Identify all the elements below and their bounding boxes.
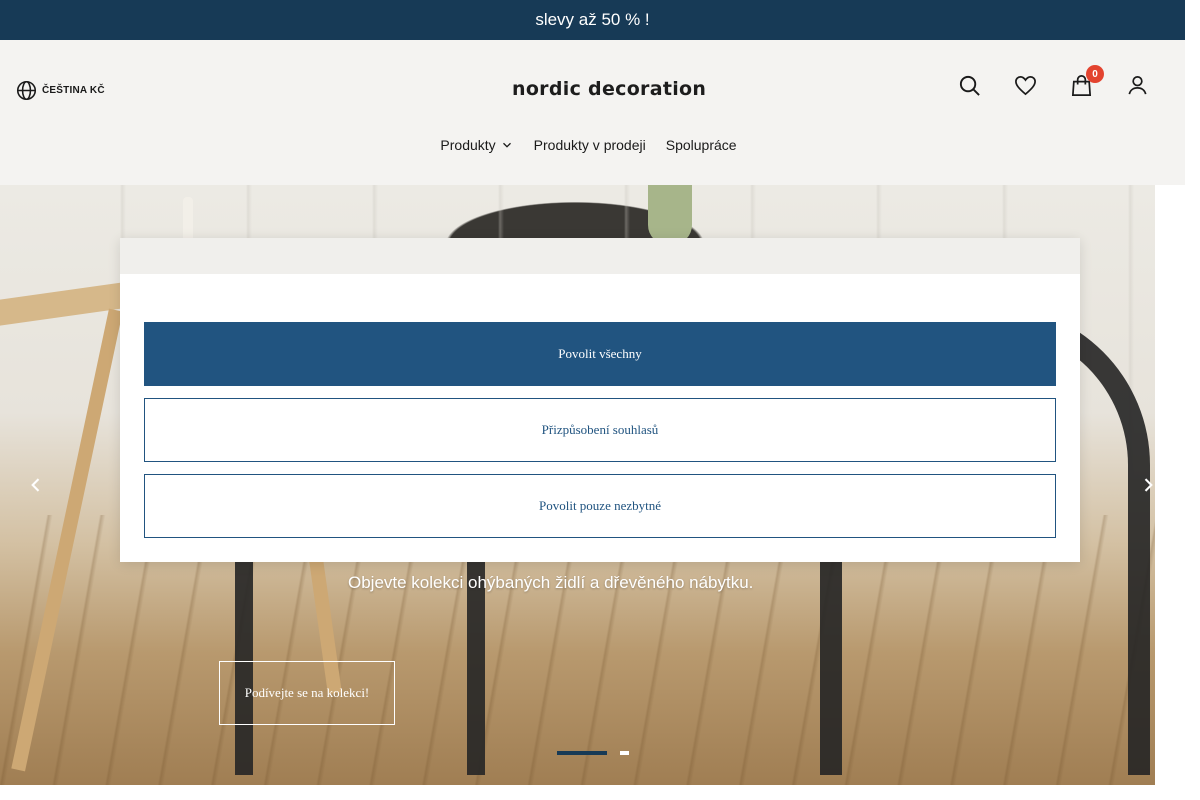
- nav-item-produkty[interactable]: Produkty: [440, 137, 513, 153]
- heart-icon: [1015, 76, 1036, 96]
- language-label: ČEŠTINA KČ: [42, 85, 105, 96]
- chevron-right-icon: [1144, 478, 1153, 492]
- wishlist-button[interactable]: [1014, 74, 1037, 97]
- nav-item-label: Spolupráce: [665, 137, 737, 153]
- scrollbar-gutter: [1155, 185, 1185, 785]
- cart-count-badge: 0: [1086, 65, 1104, 83]
- promo-text: slevy až 50 % !: [535, 10, 650, 29]
- nav-item-label: Produkty: [440, 137, 496, 153]
- slider-dot[interactable]: [620, 751, 629, 755]
- main-nav: Produkty Produkty v prodeji Spolupráce: [0, 137, 1185, 153]
- site-logo[interactable]: nordic decoration: [512, 78, 706, 100]
- slider-prev-button[interactable]: [26, 475, 46, 495]
- accept-all-cookies-button[interactable]: Povolit všechny: [144, 322, 1056, 386]
- hero-subtitle: Objevte kolekci ohýbaných židlí a dřevěn…: [348, 573, 754, 592]
- hero-cta-button[interactable]: Podívejte se na kolekci!: [219, 661, 395, 725]
- customize-consent-button[interactable]: Přizpůsobení souhlasů: [144, 398, 1056, 462]
- cookie-consent-modal: Povolit všechny Přizpůsobení souhlasů Po…: [120, 238, 1080, 562]
- slider-pagination: [557, 751, 629, 755]
- search-icon: [959, 75, 980, 96]
- search-button[interactable]: [958, 74, 981, 97]
- nav-item-label: Produkty v prodeji: [533, 137, 646, 153]
- globe-icon: [16, 80, 37, 101]
- nav-item-spoluprace[interactable]: Spolupráce: [666, 137, 737, 153]
- promo-bar: slevy až 50 % !: [0, 0, 1185, 40]
- language-currency-selector[interactable]: ČEŠTINA KČ: [16, 80, 105, 101]
- chevron-down-icon: [502, 142, 511, 148]
- account-button[interactable]: [1126, 74, 1149, 97]
- site-header: ČEŠTINA KČ nordic decoration 0 Produkty …: [0, 40, 1185, 185]
- cookie-modal-header: [120, 238, 1080, 274]
- slider-dot-active[interactable]: [557, 751, 607, 755]
- chevron-left-icon: [31, 478, 40, 492]
- accept-necessary-only-button[interactable]: Povolit pouze nezbytné: [144, 474, 1056, 538]
- cart-button[interactable]: 0: [1070, 65, 1104, 97]
- nav-item-produkty-v-prodeji[interactable]: Produkty v prodeji: [534, 137, 646, 153]
- user-icon: [1128, 76, 1147, 95]
- header-icons: 0: [958, 65, 1149, 97]
- slider-next-button[interactable]: [1138, 475, 1155, 495]
- hero-image-vase: [648, 185, 692, 245]
